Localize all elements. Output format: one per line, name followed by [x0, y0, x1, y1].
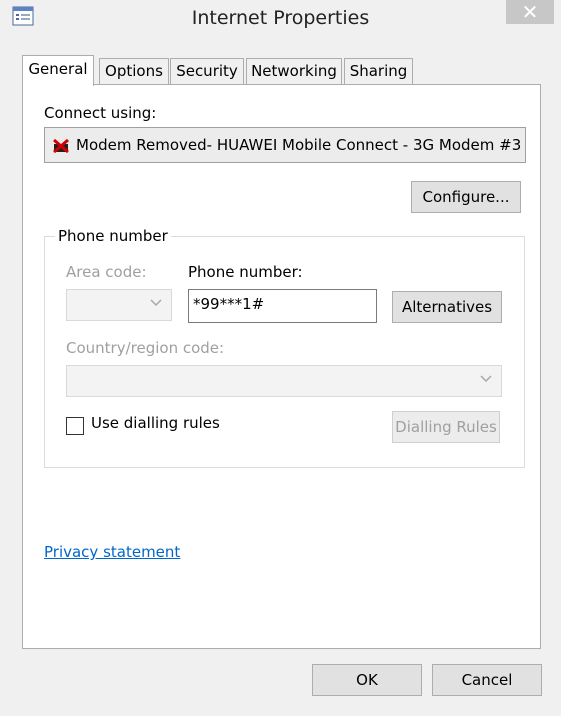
tab-label: Sharing [349, 62, 408, 80]
use-dialling-rules-checkbox[interactable] [66, 417, 84, 435]
ok-button[interactable]: OK [312, 664, 422, 696]
tab-sharing[interactable]: Sharing [344, 58, 413, 84]
phone-number-group: Phone number Area code: Phone number: *9… [44, 227, 525, 468]
tab-options[interactable]: Options [99, 58, 169, 84]
use-dialling-rules-label: Use dialling rules [91, 414, 220, 432]
tab-label: Options [105, 62, 163, 80]
privacy-statement-link[interactable]: Privacy statement [44, 543, 180, 561]
window-title: Internet Properties [191, 7, 370, 29]
close-icon: ✕ [521, 0, 539, 24]
modem-name: Modem Removed- HUAWEI Mobile Connect - 3… [76, 136, 525, 154]
configure-button[interactable]: Configure... [411, 181, 521, 213]
dialling-rules-button: Dialling Rules [392, 411, 500, 443]
phone-number-input[interactable]: *99***1# [188, 289, 377, 323]
country-region-label: Country/region code: [66, 339, 225, 357]
general-tab-panel: Connect using: Modem Removed- HUAWEI Mob… [22, 84, 541, 649]
chevron-down-icon [480, 375, 492, 383]
phone-number-label: Phone number: [188, 263, 303, 281]
area-code-label: Area code: [66, 263, 147, 281]
tab-label: Security [176, 62, 238, 80]
tab-general[interactable]: General [22, 55, 94, 86]
tab-security[interactable]: Security [170, 58, 244, 84]
cancel-button[interactable]: Cancel [432, 664, 542, 696]
country-region-combo [66, 365, 502, 397]
title-bar: Internet Properties ✕ [0, 0, 561, 38]
tab-label: Networking [251, 62, 337, 80]
connect-using-label: Connect using: [44, 104, 157, 122]
close-button[interactable]: ✕ [506, 0, 554, 24]
modem-selector[interactable]: Modem Removed- HUAWEI Mobile Connect - 3… [44, 127, 526, 163]
alternatives-button[interactable]: Alternatives [392, 291, 502, 323]
modem-removed-icon [53, 139, 69, 153]
tab-label: General [28, 60, 88, 78]
area-code-combo [66, 289, 172, 321]
chevron-down-icon [150, 299, 162, 307]
tab-networking[interactable]: Networking [246, 58, 342, 84]
phone-number-group-title: Phone number [55, 227, 171, 245]
